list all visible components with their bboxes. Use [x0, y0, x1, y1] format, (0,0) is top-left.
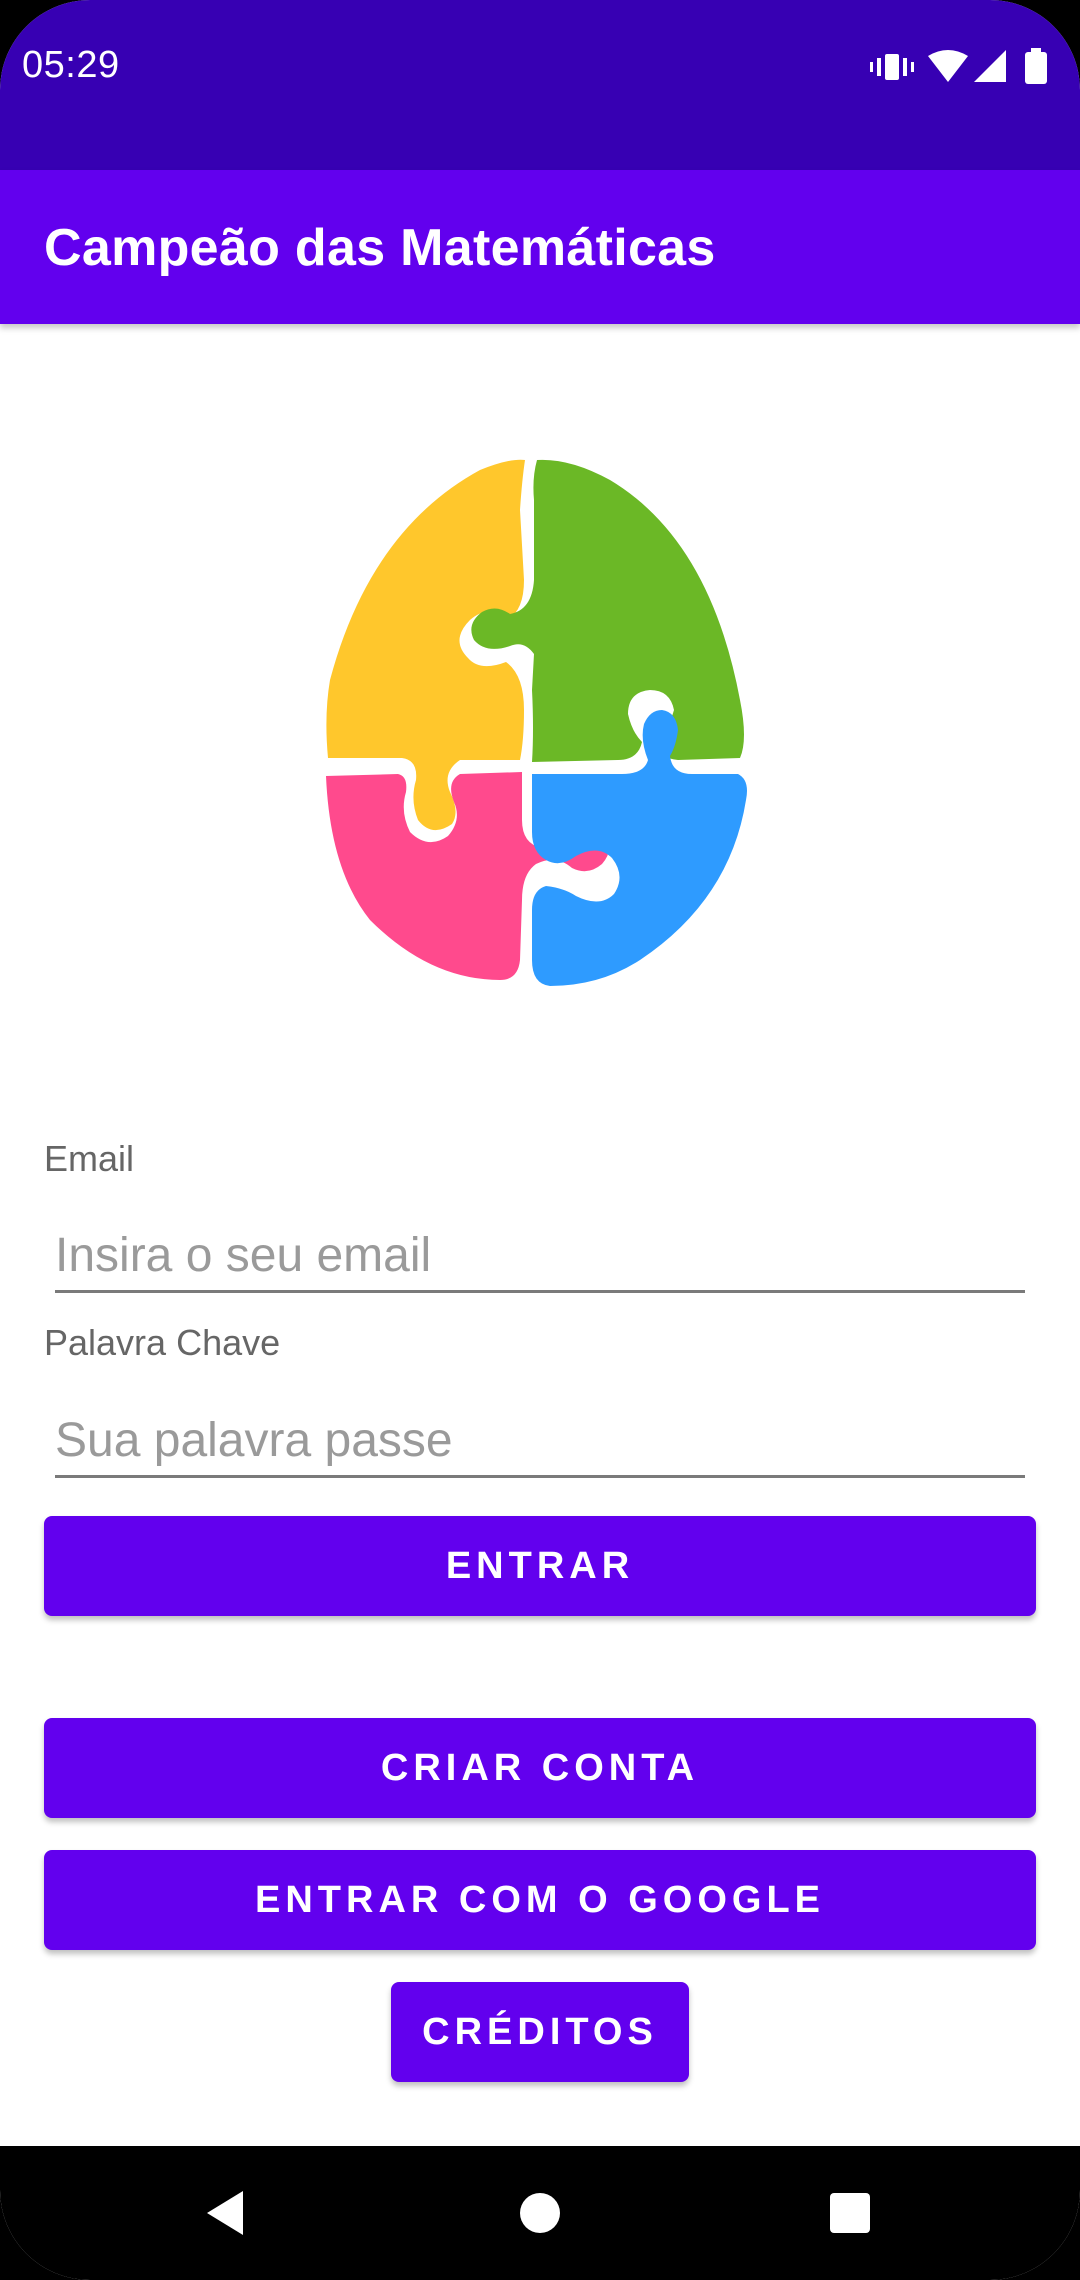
vibrate-icon	[870, 54, 914, 80]
password-field[interactable]	[55, 1405, 1025, 1478]
recents-icon	[830, 2193, 870, 2233]
back-icon	[207, 2191, 243, 2235]
status-time: 05:29	[22, 44, 120, 86]
battery-icon	[1025, 48, 1047, 84]
wifi-icon	[928, 50, 968, 82]
credits-button[interactable]: CRÉDITOS	[391, 1982, 689, 2082]
email-label: Email	[44, 1138, 135, 1179]
status-bar: 05:29	[0, 0, 1080, 170]
password-label: Palavra Chave	[44, 1322, 281, 1363]
app-title: Campeão das Matemáticas	[44, 219, 716, 277]
login-button[interactable]: ENTRAR	[44, 1516, 1036, 1616]
home-icon	[520, 2193, 560, 2233]
home-button[interactable]	[480, 2146, 600, 2280]
google-signin-button[interactable]: ENTRAR COM O GOOGLE	[44, 1850, 1036, 1950]
email-field[interactable]	[55, 1220, 1025, 1293]
cell-signal-icon	[974, 50, 1006, 82]
back-button[interactable]	[165, 2146, 285, 2280]
app-bar: Campeão das Matemáticas	[0, 170, 1080, 324]
phone-screen: 05:29 Campeão das Matemáticas Email Insi…	[0, 0, 1080, 2280]
recents-button[interactable]	[790, 2146, 910, 2280]
status-icons	[860, 46, 1060, 90]
create-account-button[interactable]: CRIAR CONTA	[44, 1718, 1036, 1818]
navigation-bar	[0, 2146, 1080, 2280]
puzzle-brain-icon	[310, 440, 770, 1000]
